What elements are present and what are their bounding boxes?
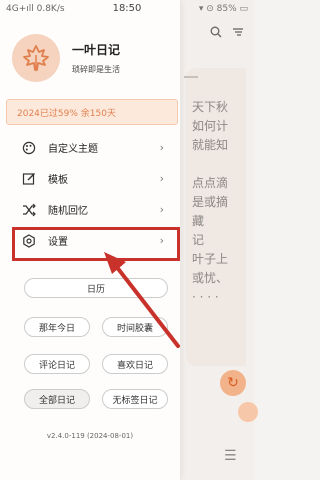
card-divider <box>184 76 198 78</box>
card-line: 记 <box>192 233 205 247</box>
battery-status: ▾ ⊙ 85% ▭ <box>198 4 248 14</box>
chevron-right-icon: › <box>159 203 164 216</box>
card-line: 或忧、 <box>192 271 229 285</box>
menu-item-label: 模板 <box>48 175 68 186</box>
all-diaries-button[interactable]: 全部日记 <box>24 389 90 409</box>
app-slogan: 琐碎即是生活 <box>72 65 120 74</box>
menu-item-settings[interactable]: 设置 › <box>0 225 180 256</box>
edit-icon <box>22 172 36 186</box>
app-name: 一叶日记 <box>72 43 121 57</box>
menu-item-label: 自定义主题 <box>48 144 98 155</box>
drawer-menu: 自定义主题 › 模板 › 随机回忆 › 设置 › <box>0 132 180 256</box>
profile-header: 一叶日记 琐碎即是生活 <box>12 34 120 82</box>
filter-icon[interactable] <box>232 26 244 42</box>
chevron-right-icon: › <box>159 234 164 247</box>
card-line: 天下秋 <box>192 100 229 114</box>
chevron-right-icon: › <box>159 172 164 185</box>
year-progress-text: 2024已过59% 余150天 <box>17 108 116 119</box>
liked-diaries-button[interactable]: 喜欢日记 <box>102 354 168 374</box>
on-this-day-button[interactable]: 那年今日 <box>24 317 90 337</box>
card-line: 是或摘 <box>192 195 229 209</box>
app-logo <box>12 34 60 82</box>
card-line: 叶子上 <box>192 252 229 266</box>
refresh-icon: ↻ <box>227 375 239 391</box>
version-label: v2.4.0-119 (2024-08-01) <box>46 432 134 440</box>
search-icon[interactable] <box>210 26 222 42</box>
year-progress-banner: 2024已过59% 余150天 <box>6 99 178 125</box>
menu-item-label: 随机回忆 <box>48 206 88 217</box>
chevron-right-icon: › <box>159 141 164 154</box>
menu-item-label: 设置 <box>48 237 68 248</box>
card-line: 就能知 <box>192 138 229 152</box>
diary-card[interactable]: 天下秋 如何计 就能知 点点滴 是或摘 藏 记 叶子上 或忧、 · · · · <box>184 68 246 366</box>
shuffle-icon <box>22 203 36 217</box>
navigation-drawer: 一叶日记 琐碎即是生活 2024已过59% 余150天 自定义主题 › 模板 ›… <box>0 0 180 480</box>
card-line: 如何计 <box>192 119 229 133</box>
calendar-button[interactable]: 日历 <box>24 278 168 298</box>
status-bar: 4G+ıll 0.8K/s 18:50 ▾ ⊙ 85% ▭ <box>0 0 254 18</box>
untagged-diaries-button[interactable]: 无标签日记 <box>102 389 168 409</box>
background-toolbar <box>210 26 244 42</box>
card-line: 藏 <box>192 214 205 228</box>
menu-item-template[interactable]: 模板 › <box>0 163 180 194</box>
time-capsule-button[interactable]: 时间胶囊 <box>102 317 168 337</box>
commented-diaries-button[interactable]: 评论日记 <box>24 354 90 374</box>
card-line: · · · · <box>192 290 219 304</box>
menu-icon[interactable]: ☰ <box>224 448 237 464</box>
palette-icon <box>22 141 36 155</box>
settings-icon <box>22 233 36 248</box>
card-line: 点点滴 <box>192 176 229 190</box>
card-line <box>192 155 246 174</box>
menu-item-random-memory[interactable]: 随机回忆 › <box>0 194 180 225</box>
menu-item-custom-theme[interactable]: 自定义主题 › <box>0 132 180 163</box>
add-button[interactable] <box>238 402 258 422</box>
refresh-button[interactable]: ↻ <box>220 370 246 396</box>
maple-leaf-icon <box>23 45 49 71</box>
